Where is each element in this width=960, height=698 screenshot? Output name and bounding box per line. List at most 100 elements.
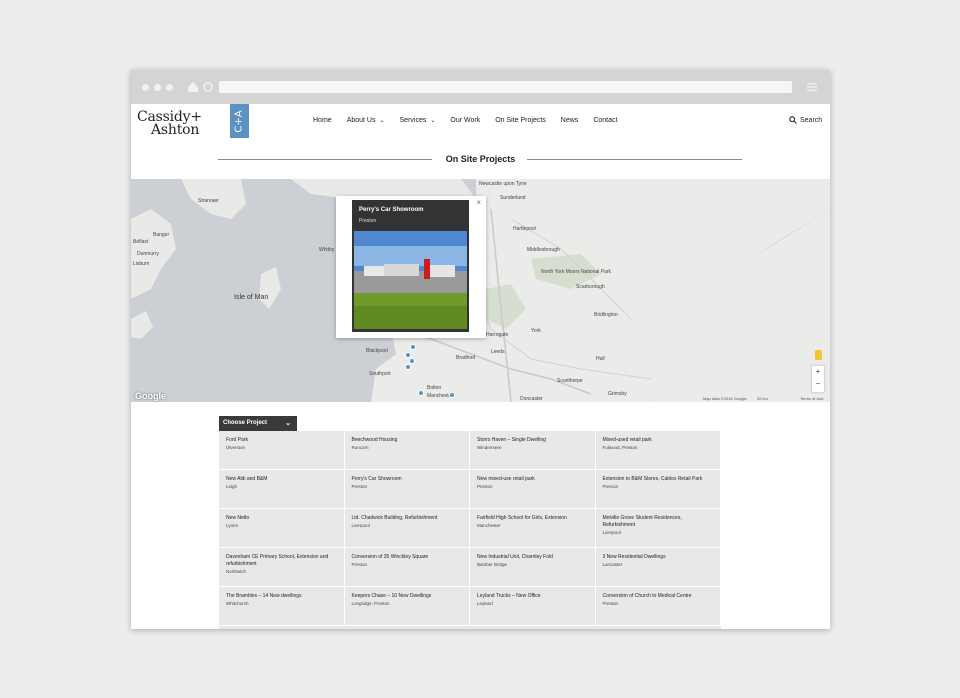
close-icon[interactable]: × bbox=[476, 198, 481, 207]
projects-map[interactable]: Isle of Man Newcastle upon Tyne Sunderla… bbox=[131, 179, 830, 402]
chevron-down-icon: ⌄ bbox=[285, 420, 291, 427]
project-location: Longridge, Preston bbox=[351, 601, 390, 606]
window-minimize-dot[interactable] bbox=[154, 84, 161, 91]
project-name: New mixed-use retail park bbox=[477, 476, 535, 482]
zoom-control: + − bbox=[812, 366, 824, 392]
project-location: Liverpool bbox=[351, 523, 370, 528]
map-label-york: York bbox=[531, 328, 541, 334]
project-location: Ulverston bbox=[226, 445, 246, 450]
project-card[interactable]: Beechwood Housing Runcorn bbox=[344, 431, 470, 470]
project-card[interactable]: 3 New Residential Dwellings Lancaster bbox=[595, 548, 721, 587]
map-label-bradford: Bradford bbox=[456, 355, 476, 361]
project-location: Northwich bbox=[226, 569, 247, 574]
map-label-north-york: North York Moors National Park bbox=[541, 269, 612, 275]
nav-item-news[interactable]: News bbox=[561, 117, 579, 124]
nav-item-label: News bbox=[560, 117, 579, 124]
chevron-down-icon: ⌄ bbox=[379, 118, 385, 124]
project-card[interactable]: New Netto Lymm bbox=[219, 509, 345, 548]
nav-item-on-site-projects[interactable]: On Site Projects bbox=[495, 117, 546, 124]
project-name: Storrs Haven – Single Dwelling bbox=[477, 437, 546, 443]
reload-icon[interactable] bbox=[202, 81, 214, 93]
map-label-leeds: Leeds bbox=[491, 349, 505, 355]
menu-icon[interactable] bbox=[807, 82, 817, 92]
nav-item-label: Contact bbox=[593, 117, 618, 124]
project-location: Leyland bbox=[477, 601, 493, 606]
street-view-pegman-icon[interactable] bbox=[815, 350, 822, 360]
project-card[interactable]: Ltd. Chadwick Building, Refurbishment Liv… bbox=[344, 509, 470, 548]
url-bar[interactable] bbox=[219, 81, 792, 93]
map-terms-link[interactable]: Terms of Use bbox=[800, 396, 824, 401]
project-pin[interactable] bbox=[418, 390, 424, 396]
main-nav: Home About Us ⌄ Services ⌄ Our Work On Site Pr… bbox=[313, 117, 632, 124]
map-label-whitby: Whitby bbox=[319, 247, 335, 253]
project-pin[interactable] bbox=[405, 352, 411, 358]
project-card[interactable]: Leyland Trucks – New Office Leyland bbox=[470, 587, 596, 626]
window-maximize-dot[interactable] bbox=[166, 84, 173, 91]
project-card[interactable]: Perry's Car Showroom Preston bbox=[344, 470, 470, 509]
project-card[interactable]: Ford Park Ulverston bbox=[219, 431, 345, 470]
map-label-bolton: Bolton bbox=[427, 385, 442, 391]
map-label-harrogate: Harrogate bbox=[486, 332, 509, 338]
project-location: Lancaster bbox=[602, 562, 623, 567]
nav-item-our-work[interactable]: Our Work bbox=[450, 117, 480, 124]
logo-line-2: Ashton bbox=[151, 122, 200, 138]
project-card[interactable]: New Aldi and B&M Leigh bbox=[219, 470, 345, 509]
search-label: Search bbox=[800, 116, 823, 124]
zoom-out-button[interactable]: − bbox=[812, 378, 824, 390]
project-name: Beechwood Housing bbox=[351, 437, 398, 443]
project-location: Liverpool bbox=[602, 530, 621, 535]
map-label-hull: Hull bbox=[596, 356, 605, 362]
home-icon[interactable] bbox=[186, 80, 200, 94]
project-card[interactable]: Davenham CE Primary School, Extension an… bbox=[219, 548, 345, 587]
project-pin[interactable] bbox=[405, 364, 411, 370]
project-card[interactable]: Fairfield High School for Girls, Extensi… bbox=[470, 509, 596, 548]
project-card[interactable]: Melville Grove Student Residences, Refur… bbox=[595, 509, 721, 548]
project-name: Perry's Car Showroom bbox=[351, 476, 402, 482]
search-button[interactable]: Search bbox=[789, 116, 822, 124]
project-location: Runcorn bbox=[351, 445, 369, 450]
logo-mark[interactable]: C+A bbox=[230, 104, 249, 138]
project-card[interactable]: New mixed-use retail park Preston bbox=[470, 470, 596, 509]
project-card[interactable]: Extension to B&M Stores, Cables Retail P… bbox=[595, 470, 721, 509]
project-card[interactable]: Storrs Haven – Single Dwelling Windermere bbox=[470, 431, 596, 470]
project-location: Lymm bbox=[226, 523, 239, 528]
nav-item-home[interactable]: Home bbox=[313, 117, 332, 124]
project-pin[interactable] bbox=[449, 392, 455, 398]
map-label-bridlington: Bridlington bbox=[594, 312, 618, 318]
map-label-dunmurry: Dunmurry bbox=[137, 251, 159, 257]
nav-item-services[interactable]: Services ⌄ bbox=[400, 117, 436, 124]
logo[interactable]: Cassidy+ Ashton bbox=[137, 110, 202, 138]
project-name: Conversion of Church to Medical Centre bbox=[602, 593, 692, 599]
zoom-in-button[interactable]: + bbox=[812, 366, 824, 378]
popup-card[interactable]: Perry's Car Showroom Preston bbox=[352, 200, 469, 332]
choose-project-label: Choose Project bbox=[223, 420, 268, 426]
project-card[interactable]: New Industrial Unit, Charnley Fold Bamber… bbox=[470, 548, 596, 587]
map-attribution: Map data ©2016 Google bbox=[703, 396, 747, 401]
popup-location: Preston bbox=[359, 218, 377, 224]
project-pin[interactable] bbox=[409, 358, 415, 364]
map-label-blackpool: Blackpool bbox=[366, 348, 388, 354]
nav-item-contact[interactable]: Contact bbox=[593, 117, 617, 124]
project-card[interactable]: The Brambles – 14 New dwellings Whitchurc… bbox=[219, 587, 345, 626]
choose-project-dropdown[interactable]: Choose Project ⌄ bbox=[219, 416, 297, 431]
project-location: Preston bbox=[351, 562, 368, 567]
project-card[interactable]: Conversion of Church to Medical Centre Pr… bbox=[595, 587, 721, 626]
nav-item-about-us[interactable]: About Us ⌄ bbox=[347, 117, 385, 124]
project-name: Keepers Chase – 10 New Dwellings bbox=[351, 593, 432, 599]
google-logo[interactable]: Google bbox=[135, 391, 166, 401]
section-title: On Site Projects bbox=[131, 140, 830, 179]
map-scale[interactable]: 20 km bbox=[757, 396, 768, 401]
nav-item-label: About Us bbox=[346, 117, 376, 124]
project-location: Prescot bbox=[602, 484, 618, 489]
project-card[interactable]: Conversion of 35 Winckley Square Preston bbox=[344, 548, 470, 587]
map-label-doncaster: Doncaster bbox=[520, 396, 543, 402]
project-location: Preston bbox=[602, 601, 619, 606]
window-close-dot[interactable] bbox=[142, 84, 149, 91]
project-name: Mixed-used retail park bbox=[602, 437, 652, 443]
map-label-bangor: Bangor bbox=[153, 232, 170, 238]
project-pin[interactable] bbox=[410, 344, 416, 350]
search-icon bbox=[789, 116, 797, 124]
map-label-isle-of-man: Isle of Man bbox=[234, 294, 269, 301]
project-card[interactable]: Keepers Chase – 10 New Dwellings Longridg… bbox=[344, 587, 470, 626]
project-card[interactable]: Mixed-used retail park Fulwood, Preston bbox=[595, 431, 721, 470]
